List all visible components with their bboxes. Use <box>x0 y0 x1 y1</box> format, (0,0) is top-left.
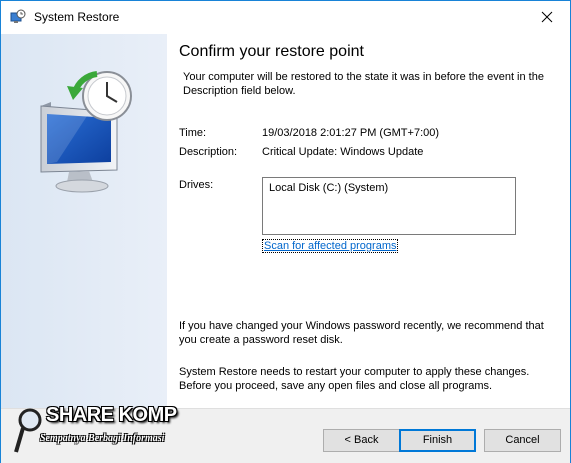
restart-note: System Restore needs to restart your com… <box>179 366 530 392</box>
cancel-button[interactable]: Cancel <box>484 429 561 452</box>
system-restore-icon <box>10 9 26 23</box>
description-value: Critical Update: Windows Update <box>262 146 424 158</box>
drives-list[interactable]: Local Disk (C:) (System) <box>262 177 516 235</box>
sidebar-panel <box>1 34 167 408</box>
title-bar[interactable]: System Restore <box>1 1 570 33</box>
back-button[interactable]: < Back <box>323 429 400 452</box>
password-note: If you have changed your Windows passwor… <box>179 320 544 346</box>
magnifier-icon <box>14 408 42 453</box>
drives-label: Drives: <box>179 179 214 191</box>
watermark-title: SHARE KOMP <box>46 404 177 426</box>
window-title: System Restore <box>34 10 120 24</box>
description-label: Description: <box>179 146 238 158</box>
watermark: SHARE KOMP Sempatnya Berbagi Informasi <box>6 400 206 460</box>
time-label: Time: <box>179 127 207 139</box>
scan-affected-programs-link[interactable]: Scan for affected programs <box>262 239 399 253</box>
page-title: Confirm your restore point <box>179 43 364 60</box>
watermark-subtitle: Sempatnya Berbagi Informasi <box>40 433 165 444</box>
list-item[interactable]: Local Disk (C:) (System) <box>269 182 388 194</box>
time-value: 19/03/2018 2:01:27 PM (GMT+7:00) <box>262 127 440 139</box>
monitor-clock-restore-icon <box>40 71 132 193</box>
intro-text: Your computer will be restored to the st… <box>183 71 544 97</box>
close-icon <box>541 11 553 23</box>
close-button[interactable] <box>524 1 570 33</box>
system-restore-window: System Restore Confirm your restore poin… <box>0 0 571 463</box>
content-panel: Confirm your restore point Your computer… <box>167 34 570 408</box>
finish-button[interactable]: Finish <box>399 429 476 452</box>
